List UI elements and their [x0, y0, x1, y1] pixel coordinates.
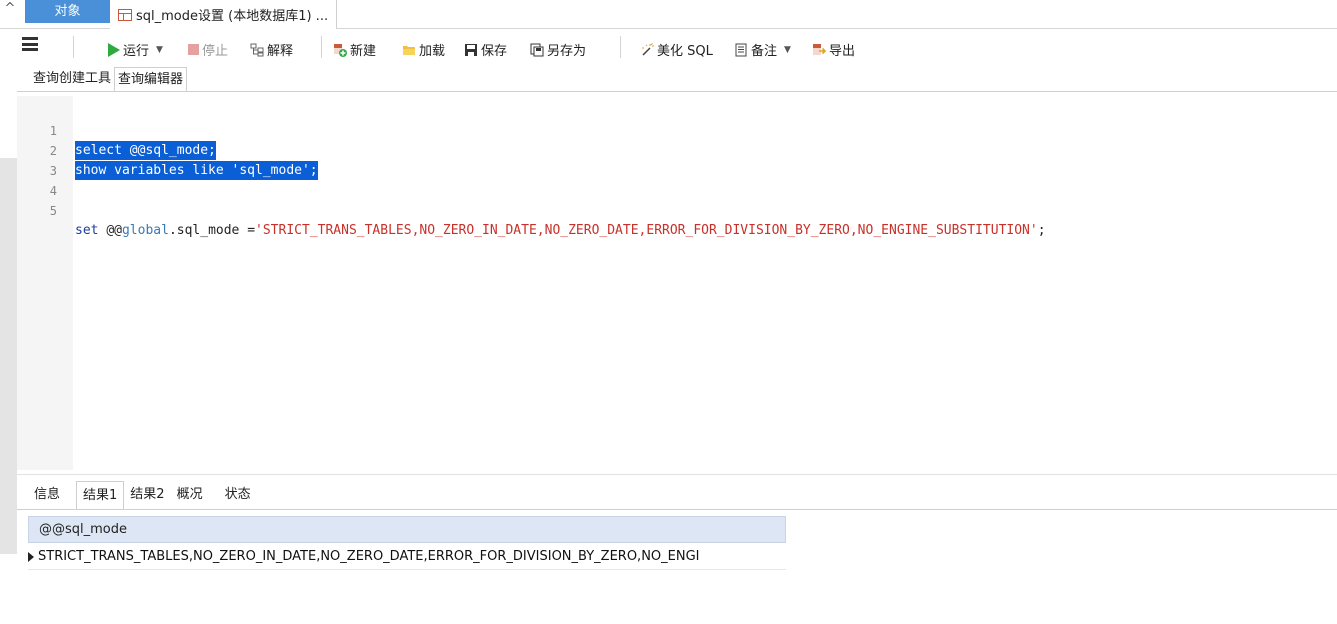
tab-query-document[interactable]: sql_mode设置 (本地数据库1) ...: [110, 0, 338, 29]
note-dropdown-chevron-icon[interactable]: ▼: [784, 45, 791, 55]
left-panel-strip[interactable]: [0, 158, 17, 554]
collapse-arrow-icon[interactable]: ^: [2, 0, 18, 18]
sql-terminator: ;: [1037, 223, 1046, 238]
toolbar-separator: [73, 36, 74, 58]
run-button[interactable]: 运行 ▼: [108, 40, 163, 59]
folder-icon: [403, 45, 415, 55]
new-label: 新建: [350, 44, 377, 59]
play-icon: [108, 42, 120, 57]
stop-label: 停止: [202, 44, 229, 59]
note-icon: [735, 43, 747, 56]
beautify-sql-label: 美化 SQL: [657, 44, 713, 59]
stop-button[interactable]: 停止: [188, 40, 228, 59]
new-button[interactable]: 新建: [333, 40, 376, 59]
beautify-sql-button[interactable]: 美化 SQL: [640, 40, 713, 59]
load-button[interactable]: 加载: [402, 40, 445, 59]
code-line-text: set @@global.sql_mode ='STRICT_TRANS_TAB…: [75, 221, 1046, 240]
sql-variable-prefix: @@: [106, 223, 122, 238]
save-icon: [465, 43, 477, 56]
sql-identifier: .sql_mode =: [168, 223, 256, 238]
sql-string: 'STRICT_TRANS_TABLES,NO_ZERO_IN_DATE,NO_…: [255, 223, 1038, 238]
tab-query-document-label: sql_mode设置 (本地数据库1) ...: [136, 9, 329, 24]
toolbar-separator: [321, 36, 322, 58]
code-line: 2 show variables like 'sql_mode';: [17, 123, 1337, 180]
explain-button[interactable]: 解释: [250, 40, 293, 59]
tab-result1[interactable]: 结果1: [76, 481, 125, 509]
results-splitter[interactable]: [17, 474, 1337, 475]
tab-query-editor[interactable]: 查询编辑器: [114, 67, 188, 91]
tab-overview[interactable]: 概况: [171, 481, 209, 509]
explain-icon: [250, 43, 264, 56]
query-table-icon: [118, 8, 132, 21]
run-dropdown-chevron-icon[interactable]: ▼: [156, 45, 163, 55]
tab-status[interactable]: 状态: [219, 481, 257, 509]
save-as-icon: [530, 43, 544, 56]
current-row-indicator-icon: [28, 552, 34, 562]
save-as-label: 另存为: [547, 44, 587, 59]
result-tabs-divider: [17, 509, 1337, 510]
document-tab-strip: ^ 对象 sql_mode设置 (本地数据库1) ...: [0, 0, 1337, 29]
load-label: 加载: [419, 44, 446, 59]
note-label: 备注: [751, 44, 778, 59]
stop-icon: [188, 44, 199, 55]
code-line: 1 select @@sql_mode;: [17, 103, 1337, 160]
toolbar-separator: [620, 36, 621, 58]
code-line: 4: [17, 163, 1337, 198]
run-label: 运行: [123, 44, 150, 59]
export-icon: [813, 43, 826, 55]
explain-label: 解释: [267, 44, 294, 59]
code-line: 3: [17, 143, 1337, 178]
table-row[interactable]: STRICT_TRANS_TABLES,NO_ZERO_IN_DATE,NO_Z…: [28, 543, 786, 570]
editor-tabs-divider: [17, 91, 1337, 92]
table-cell[interactable]: STRICT_TRANS_TABLES,NO_ZERO_IN_DATE,NO_Z…: [38, 549, 700, 564]
sql-keyword: global: [121, 223, 169, 238]
sql-keyword: set: [75, 223, 99, 238]
tab-query-builder[interactable]: 查询创建工具: [30, 67, 114, 91]
tab-objects[interactable]: 对象: [25, 0, 110, 23]
export-button[interactable]: 导出: [812, 40, 855, 59]
column-header[interactable]: @@sql_mode: [28, 516, 786, 543]
magic-wand-icon: [642, 42, 654, 56]
result-tabs: 信息 结果1 结果2 概况 状态: [28, 481, 257, 509]
save-as-button[interactable]: 另存为: [530, 40, 586, 59]
note-button[interactable]: 备注 ▼: [734, 40, 791, 59]
save-button[interactable]: 保存: [464, 40, 507, 59]
result-grid: @@sql_mode STRICT_TRANS_TABLES,NO_ZERO_I…: [28, 516, 786, 570]
menu-icon[interactable]: [22, 37, 38, 51]
tab-result2[interactable]: 结果2: [124, 481, 170, 509]
new-query-icon: [334, 43, 347, 57]
save-label: 保存: [481, 44, 508, 59]
tab-info[interactable]: 信息: [28, 481, 66, 509]
line-number: 5: [49, 204, 57, 218]
code-line: 5 set @@global.sql_mode ='STRICT_TRANS_T…: [17, 183, 1337, 238]
export-label: 导出: [829, 44, 856, 59]
editor-mode-tabs: 查询创建工具 查询编辑器: [30, 67, 188, 91]
